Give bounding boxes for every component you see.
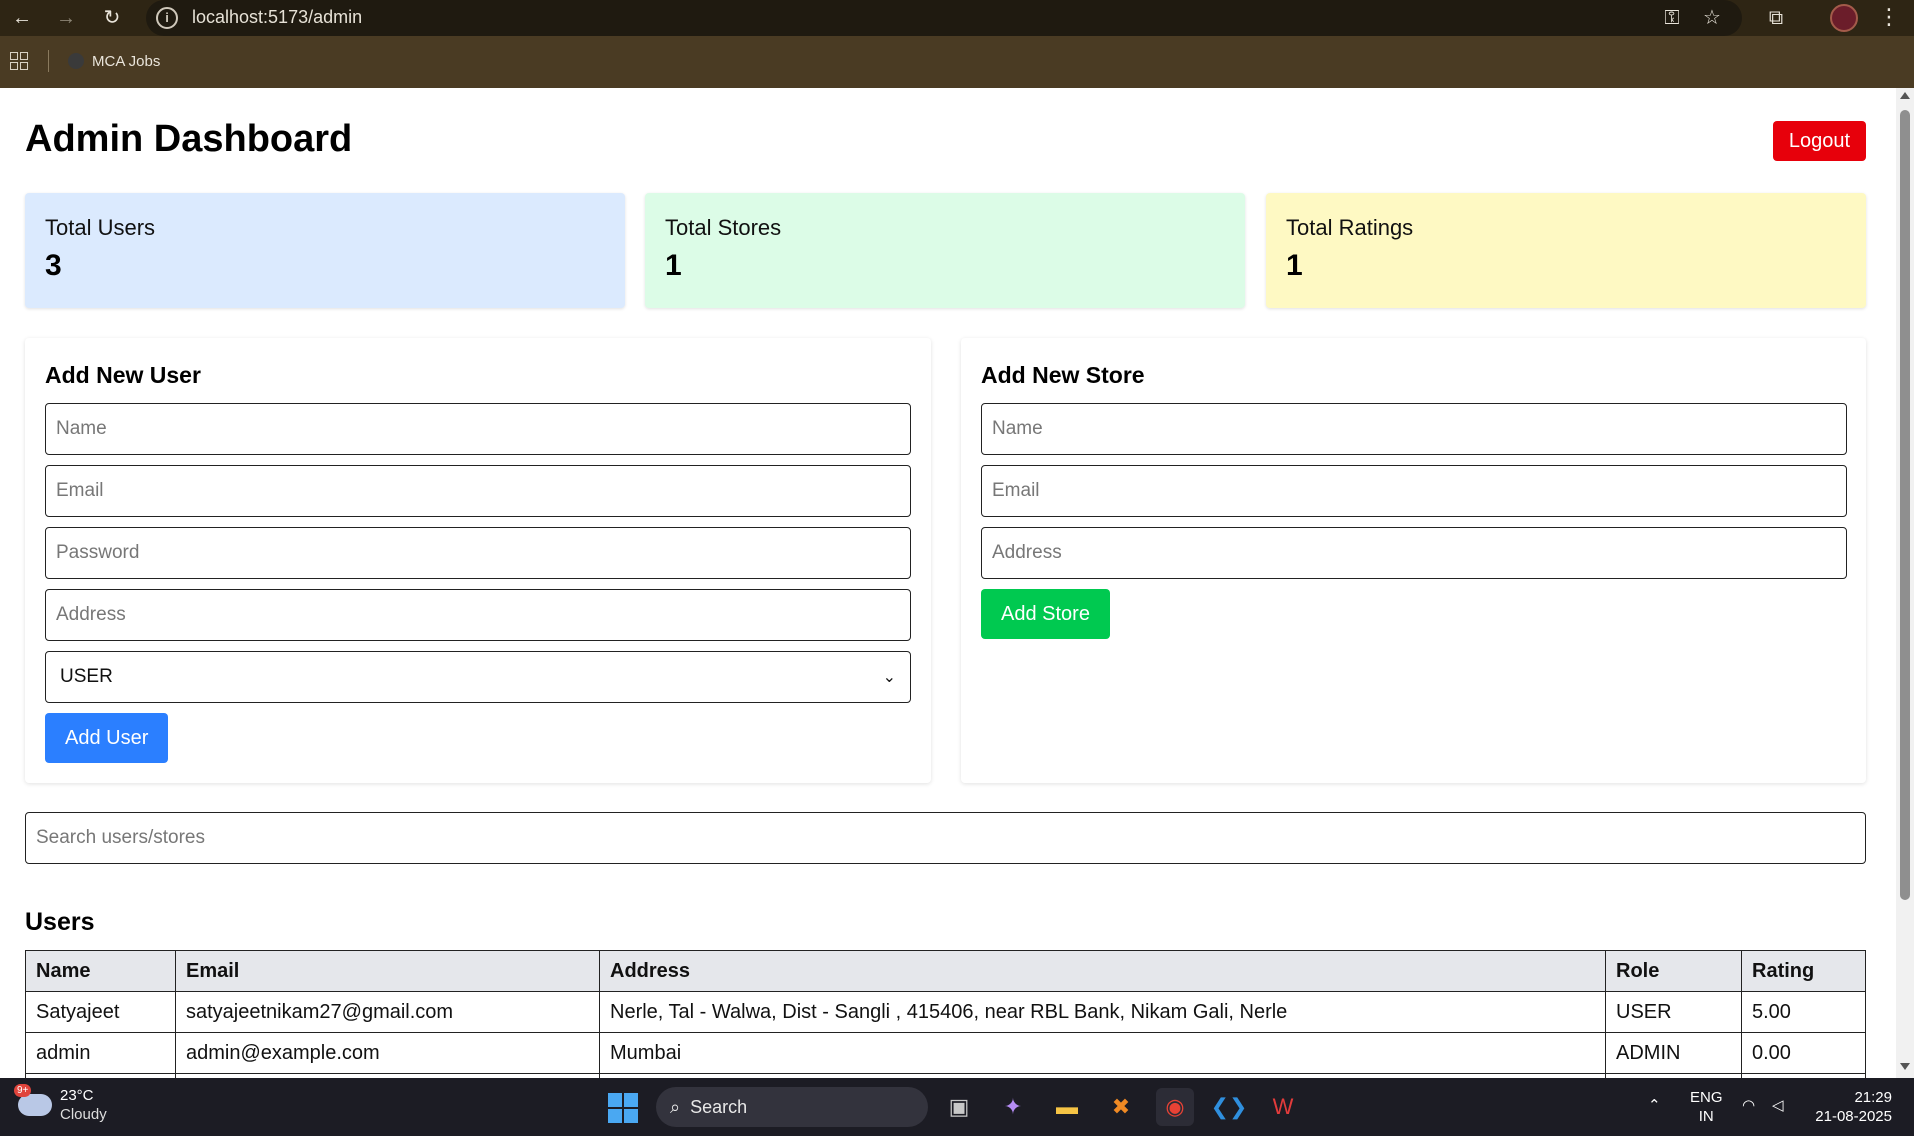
stat-label: Total Ratings [1286, 215, 1414, 240]
page-scrollbar[interactable] [1896, 88, 1914, 1078]
user-role-select[interactable]: USER ⌄ [45, 651, 911, 703]
taskbar-search-label: Search [690, 1096, 748, 1117]
add-store-card: Add New Store Add Store [961, 338, 1866, 783]
url-text: localhost:5173/admin [192, 7, 363, 27]
add-store-title: Add New Store [981, 362, 1145, 388]
cell-role: ADMIN [1605, 1032, 1742, 1074]
scrollbar-thumb[interactable] [1900, 110, 1910, 900]
stat-value: 1 [1286, 249, 1303, 282]
cell-role: USER [1605, 991, 1742, 1033]
weather-condition: Cloudy [60, 1106, 107, 1123]
cell-address: Mumbai [599, 1032, 1606, 1074]
reload-icon[interactable]: ↻ [98, 4, 126, 32]
table-row: admin admin@example.com Mumbai ADMIN 0.0… [25, 1032, 1866, 1074]
bookmarks-bar [0, 36, 1914, 88]
scroll-down-arrow-icon[interactable] [1900, 1063, 1910, 1070]
clock-time: 21:29 [1854, 1089, 1892, 1106]
xampp-icon[interactable]: ✖ [1102, 1088, 1140, 1126]
table-header-row: Name Email Address Role Rating [25, 950, 1866, 992]
users-section-title: Users [25, 908, 95, 936]
windows-taskbar: 9+ 23°C Cloudy ⌕ Search ▣ ✦ ▬ ✖ ◉ ❮❯ W ⌃… [0, 1078, 1914, 1136]
column-header[interactable]: Rating [1741, 950, 1866, 992]
cell-rating: 5.00 [1741, 991, 1866, 1033]
bookmark-divider [48, 50, 49, 72]
scroll-up-arrow-icon[interactable] [1900, 92, 1910, 99]
stat-label: Total Users [45, 215, 156, 240]
cell-address: Nerle, Tal - Walwa, Dist - Sangli , 4154… [599, 991, 1606, 1033]
role-selected-value: USER [60, 666, 113, 687]
apps-grid-icon[interactable] [10, 52, 28, 70]
stat-card-users: Total Users 3 [25, 193, 625, 308]
file-explorer-icon[interactable]: ▬ [1048, 1088, 1086, 1126]
browser-menu-icon[interactable]: ⋮ [1878, 3, 1900, 31]
column-header[interactable]: Role [1605, 950, 1742, 992]
show-hidden-icons-icon[interactable]: ⌃ [1648, 1096, 1661, 1115]
profile-avatar[interactable] [1830, 4, 1858, 32]
bookmark-star-icon[interactable]: ☆ [1698, 4, 1726, 32]
store-address-input[interactable] [981, 527, 1847, 579]
address-bar[interactable]: i localhost:5173/admin [146, 0, 1742, 36]
chrome-icon[interactable]: ◉ [1156, 1088, 1194, 1126]
user-name-input[interactable] [45, 403, 911, 455]
store-email-input[interactable] [981, 465, 1847, 517]
users-table: Name Email Address Role Rating Satyajeet… [25, 950, 1866, 1078]
search-input[interactable] [25, 812, 1866, 864]
vscode-icon[interactable]: ❮❯ [1210, 1088, 1248, 1126]
add-user-button[interactable]: Add User [45, 713, 169, 763]
windows-start-icon[interactable] [608, 1093, 638, 1123]
stat-value: 1 [665, 249, 682, 282]
cell-name: admin [25, 1032, 176, 1074]
cell-rating: 0.00 [1741, 1032, 1866, 1074]
weather-widget[interactable]: 9+ 23°C Cloudy [14, 1084, 107, 1124]
stat-value: 3 [45, 249, 62, 282]
user-email-input[interactable] [45, 465, 911, 517]
lang-region: IN [1698, 1108, 1714, 1125]
search-icon: ⌕ [670, 1096, 681, 1117]
clock[interactable]: 21:29 21-08-2025 [1810, 1088, 1892, 1126]
stat-label: Total Stores [665, 215, 782, 240]
cloud-icon: 9+ [14, 1084, 52, 1116]
lang-code: ENG [1690, 1089, 1723, 1106]
site-info-icon[interactable]: i [156, 7, 178, 29]
column-header[interactable]: Email [175, 950, 600, 992]
copilot-icon[interactable]: ✦ [994, 1088, 1032, 1126]
column-header[interactable]: Address [599, 950, 1606, 992]
wifi-icon[interactable]: ◠ [1742, 1096, 1755, 1115]
key-icon[interactable]: ⚿ [1658, 4, 1686, 32]
task-view-icon[interactable]: ▣ [940, 1088, 978, 1126]
cell-email: satyajeetnikam27@gmail.com [175, 991, 600, 1033]
cell-email: admin@example.com [175, 1032, 600, 1074]
wps-office-icon[interactable]: W [1264, 1088, 1302, 1126]
stat-card-stores: Total Stores 1 [645, 193, 1245, 308]
user-address-input[interactable] [45, 589, 911, 641]
language-indicator[interactable]: ENG IN [1690, 1088, 1723, 1126]
logout-button[interactable]: Logout [1773, 121, 1866, 161]
taskbar-search[interactable]: ⌕ Search [656, 1087, 928, 1127]
table-row: Satyajeet satyajeetnikam27@gmail.com Ner… [25, 991, 1866, 1033]
admin-dashboard-page: Admin Dashboard Logout Total Users 3 Tot… [0, 88, 1896, 1078]
bookmark-mca-jobs[interactable]: MCA Jobs [68, 50, 160, 72]
add-user-title: Add New User [45, 362, 201, 388]
volume-icon[interactable]: ◁ [1772, 1096, 1784, 1115]
temperature: 23°C [60, 1087, 94, 1104]
clock-date: 21-08-2025 [1815, 1108, 1892, 1125]
add-user-card: Add New User USER ⌄ Add User [25, 338, 931, 783]
chevron-down-icon: ⌄ [882, 669, 896, 686]
stat-card-ratings: Total Ratings 1 [1266, 193, 1866, 308]
bookmark-label: MCA Jobs [92, 52, 161, 70]
bookmark-favicon-icon [68, 53, 84, 69]
page-title: Admin Dashboard [25, 118, 353, 160]
back-arrow-icon[interactable]: ← [8, 4, 36, 32]
user-password-input[interactable] [45, 527, 911, 579]
notification-badge: 9+ [14, 1084, 32, 1097]
browser-toolbar: ← → ↻ i localhost:5173/admin ⚿ ☆ ⧉ ⋮ [0, 0, 1914, 36]
cell-name: Satyajeet [25, 991, 176, 1033]
forward-arrow-icon[interactable]: → [52, 4, 80, 32]
column-header[interactable]: Name [25, 950, 176, 992]
store-name-input[interactable] [981, 403, 1847, 455]
extensions-icon[interactable]: ⧉ [1762, 4, 1790, 32]
add-store-button[interactable]: Add Store [981, 589, 1110, 639]
